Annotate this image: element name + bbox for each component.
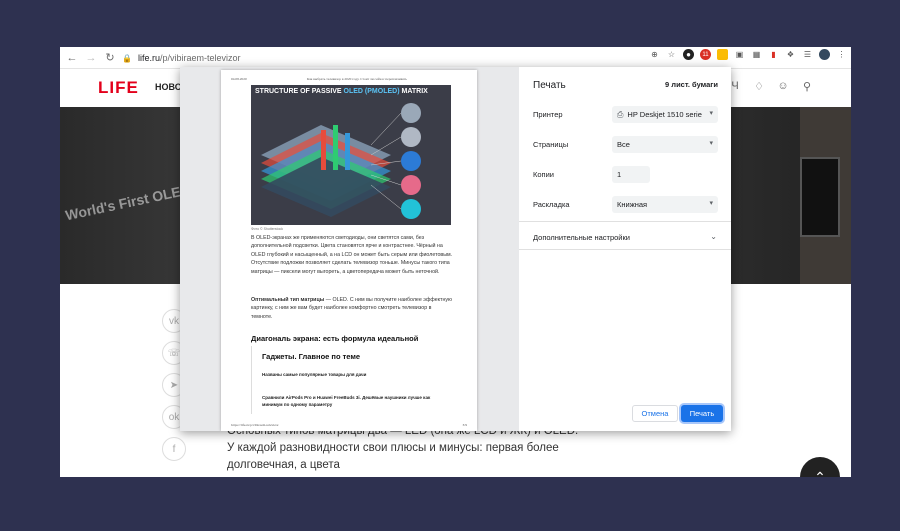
lock-icon[interactable]: 🔒 [122,53,132,63]
extension-icon[interactable]: ● [683,49,694,60]
copies-label: Копии [533,170,554,179]
sheet-count: 9 лист. бумаги [665,80,718,89]
url-text[interactable]: life.ru/p/vibiraem-televizor [138,53,241,63]
page-footer: https://life.ru/p/vibiraem-televizor 3/9 [231,423,467,427]
image-caption: Фото © Shutterstock [251,227,284,231]
related-item: Названы самые популярные товары для дачи [262,372,367,377]
window-icon[interactable]: ▣ [734,49,745,60]
flag-icon[interactable]: ▮ [768,49,779,60]
hero-side [800,107,851,284]
pages-select[interactable]: Все ▾ [612,136,718,153]
user-icon[interactable]: ☺ [777,80,789,92]
forward-icon[interactable]: → [84,51,98,65]
print-preview[interactable]: 04.08.2020 Как выбрать телевизор в 2020 г… [180,67,519,431]
divider [519,249,731,250]
paragraph-1: В OLED-экранах же применяются светодиоды… [251,235,453,275]
printer-label: Принтер [533,110,563,119]
chevron-down-icon: ▾ [709,200,713,207]
related-item: Сравнили AirPods Pro и Huawei FreeBuds 3… [262,395,431,407]
cancel-button[interactable]: Отмена [632,405,678,422]
dialog-title: Печать [533,80,566,91]
nav-news[interactable]: НОВО [155,82,182,92]
extension-icons: ⊕ ☆ ● 11 ▣ ▦ ▮ ❖ ☰ ⋮ [649,49,847,60]
site-logo[interactable]: LIFE [98,78,139,98]
chevron-down-icon: ▾ [709,140,713,147]
browser-toolbar: ← → ↻ 🔒 life.ru/p/vibiraem-televizor ⊕ ☆… [60,47,851,69]
print-dialog: 04.08.2020 Как выбрать телевизор в 2020 г… [180,67,731,431]
star-icon[interactable]: ☆ [666,49,677,60]
extension-badge-icon[interactable]: 11 [700,49,711,60]
chevron-down-icon[interactable]: ⌄ [710,232,717,241]
related-box: Гаджеты. Главное по теме Названы самые п… [251,346,451,414]
reload-icon[interactable]: ↻ [103,51,117,65]
divider [519,221,731,222]
bookmark-icon[interactable] [717,49,728,60]
layout-select[interactable]: Книжная ▾ [612,196,718,213]
related-title: Гаджеты. Главное по теме [262,352,361,361]
preview-page: 04.08.2020 Как выбрать телевизор в 2020 г… [221,70,477,431]
scroll-top-button[interactable]: ⌃ [800,457,840,477]
page-header: 04.08.2020 Как выбрать телевизор в 2020 г… [231,77,407,81]
menu-icon[interactable]: ⋮ [836,49,847,60]
print-button[interactable]: Печать [681,405,723,422]
bell-icon[interactable]: ♢ [753,80,765,93]
add-icon[interactable]: ⊕ [649,49,660,60]
copies-input[interactable]: 1 [612,166,650,183]
facebook-icon[interactable]: f [162,437,186,461]
section-heading: Диагональ экрана: есть формула идеальной [251,334,419,343]
more-settings-toggle[interactable]: Дополнительные настройки [533,233,630,242]
profile-icon[interactable] [819,49,830,60]
pages-label: Страницы [533,140,569,149]
print-settings: Печать 9 лист. бумаги Принтер ⎙ HP Deskj… [519,67,731,431]
header-icons: Ч ♢ ☺ ⚲ [729,80,813,93]
back-icon[interactable]: ← [65,51,79,65]
search-icon[interactable]: ⚲ [801,80,813,93]
puzzle-icon[interactable]: ❖ [785,49,796,60]
paragraph-2: Оптимальный тип матрицы — OLED. С ним вы… [251,297,453,320]
printer-select[interactable]: ⎙ HP Deskjet 1510 serie ▾ [612,106,718,123]
layout-label: Раскладка [533,200,570,209]
layers-illustration [261,103,421,219]
printer-icon: ⎙ [617,109,624,119]
oled-diagram-image: STRUCTURE OF PASSIVE OLED (PMOLED) MATRI… [251,85,451,225]
list-icon[interactable]: ☰ [802,49,813,60]
grid-icon[interactable]: ▦ [751,49,762,60]
chevron-down-icon: ▾ [709,110,713,117]
